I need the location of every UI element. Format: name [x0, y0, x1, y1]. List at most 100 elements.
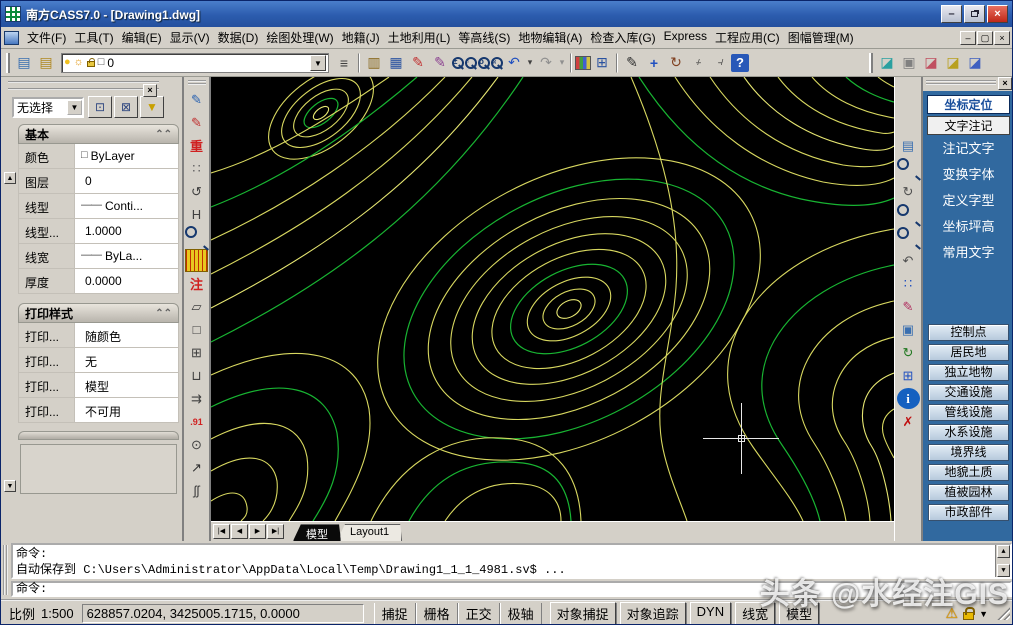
chevron-down-icon[interactable]: ▼ [979, 609, 988, 619]
feature-category-button[interactable]: 水系设施 [928, 424, 1009, 441]
section-header-basic[interactable]: 基本 ⌃⌃ [18, 124, 179, 144]
map-tool-icon[interactable]: ▤ [897, 135, 920, 156]
close-icon[interactable]: × [998, 77, 1012, 90]
toolbar-icon[interactable]: ✎ [407, 52, 429, 74]
layer-state-icon[interactable]: □ [98, 57, 105, 68]
toolbar-icon[interactable]: ▾ [557, 52, 567, 74]
status-toggle[interactable]: 线宽 [735, 602, 775, 625]
toolbar-icon[interactable]: + [643, 52, 665, 74]
map-tool-icon[interactable]: ↻ [897, 181, 920, 202]
section-header-plotstyle[interactable]: 打印样式 ⌃⌃ [18, 303, 179, 323]
menu-item[interactable]: 编辑(E) [118, 27, 166, 48]
property-value[interactable]: ——ByLa... [75, 244, 178, 268]
command-input[interactable]: 命令: [11, 581, 1012, 597]
map-tool-icon[interactable]: ✎ [897, 296, 920, 317]
panel-grip[interactable]: × [923, 77, 1013, 91]
toolbar-icon[interactable]: ◪ [942, 52, 964, 74]
feature-category-button[interactable]: 控制点 [928, 324, 1009, 341]
map-tool-icon[interactable]: ∷ [897, 273, 920, 294]
drawing-viewport[interactable] [211, 77, 894, 521]
collapse-icon[interactable]: ⌃⌃ [155, 129, 172, 140]
menu-item[interactable]: 显示(V) [166, 27, 214, 48]
property-value[interactable]: 1.0000 [75, 219, 178, 243]
warning-icon[interactable]: ⚠ [946, 605, 959, 622]
toolbar-icon[interactable] [358, 53, 360, 73]
feature-category-button[interactable]: 居民地 [928, 344, 1009, 361]
toolbar-icon[interactable]: ▤ [35, 52, 57, 74]
drawing-tool-icon[interactable]: ✎ [185, 111, 208, 134]
toolbar-icon[interactable]: ◪ [876, 52, 898, 74]
toolbar-icon[interactable] [570, 53, 572, 73]
drawing-tool-icon[interactable]: ∷ [185, 157, 208, 180]
feature-category-button[interactable]: 地貌土质 [928, 464, 1009, 481]
drawing-tool-icon[interactable]: ✎ [185, 88, 208, 111]
layer-state-icon[interactable]: ● [64, 57, 71, 68]
scroll-up-icon[interactable]: ▲ [4, 172, 16, 184]
map-tool-icon[interactable]: i [897, 388, 920, 409]
map-tool-icon[interactable]: ↻ [897, 342, 920, 363]
toolbar-icon[interactable]: ✎ [621, 52, 643, 74]
resize-grip[interactable] [997, 607, 1010, 620]
drawing-tool-icon[interactable] [185, 226, 208, 249]
feature-category-button[interactable]: 管线设施 [928, 404, 1009, 421]
drawing-tool-icon[interactable]: ⇉ [185, 387, 208, 410]
drawing-tool-icon[interactable]: □ [185, 318, 208, 341]
toolbar-icon[interactable]: ▥ [363, 52, 385, 74]
menu-item[interactable]: 等高线(S) [454, 27, 514, 48]
toolbar-icon[interactable]: ▦ [385, 52, 407, 74]
collapse-icon[interactable]: ⌃⌃ [155, 308, 172, 319]
map-tool-icon[interactable] [897, 204, 920, 225]
feature-category-button[interactable]: 交通设施 [928, 384, 1009, 401]
chevron-down-icon[interactable]: ▼ [67, 100, 82, 115]
tab-nav-button[interactable]: |◀ [213, 524, 230, 539]
layer-select-combo[interactable]: ●☼□ 0 ▼ [61, 53, 329, 73]
panel-link[interactable]: 变换字体 [925, 162, 1012, 188]
palette-grip[interactable]: × [8, 81, 159, 90]
drawing-tool-icon[interactable]: ⊙ [185, 433, 208, 456]
toolbar-icon[interactable]: ↶ [503, 52, 525, 74]
properties-tool-button[interactable]: ▼ [140, 96, 164, 118]
menu-item[interactable]: 检查入库(G) [586, 27, 659, 48]
drawing-tool-icon[interactable]: .91 [185, 410, 208, 433]
feature-category-button[interactable]: 市政部件 [928, 504, 1009, 521]
menu-item[interactable]: 数据(D) [214, 27, 263, 48]
command-grip[interactable] [3, 545, 8, 595]
toolbar-icon[interactable]: ? [731, 54, 749, 72]
drawing-tool-icon[interactable]: 注 [185, 272, 208, 295]
status-toggle[interactable]: 捕捉 [374, 603, 416, 624]
selection-filter-combo[interactable]: 无选择 ▼ [12, 97, 84, 118]
panel-mode-button[interactable]: 坐标定位 [927, 95, 1010, 114]
menu-item[interactable]: 文件(F) [23, 27, 70, 48]
combo-dropdown-icon[interactable]: ▼ [310, 55, 326, 71]
property-value[interactable]: ——Conti... [75, 194, 178, 218]
window-control-button[interactable]: × [987, 5, 1008, 23]
toolbar-icon[interactable]: ▫ [464, 56, 477, 69]
toolbar-icon[interactable]: ✎ [429, 52, 451, 74]
toolbar-icon[interactable]: --/ [709, 52, 731, 74]
status-toggle[interactable]: 栅格 [416, 603, 458, 624]
tab-nav-button[interactable]: ▶ [249, 524, 266, 539]
command-scrollbar[interactable]: ▲▼ [995, 545, 1010, 577]
feature-category-button[interactable]: 独立地物 [928, 364, 1009, 381]
mdi-window-button[interactable]: – [960, 31, 976, 45]
property-value[interactable]: 不可用 [75, 398, 178, 422]
toolbar-icon[interactable]: ◪ [920, 52, 942, 74]
property-value[interactable]: 0 [75, 169, 178, 193]
properties-tool-button[interactable]: ⊠ [114, 96, 138, 118]
scroll-up-icon[interactable]: ▲ [997, 545, 1010, 558]
scale-value[interactable]: 1:500 [41, 606, 74, 621]
panel-link[interactable]: 常用文字 [925, 240, 1012, 266]
status-toggle[interactable]: DYN [690, 602, 731, 625]
feature-category-button[interactable]: 境界线 [928, 444, 1009, 461]
toolbar-grip[interactable] [188, 80, 206, 85]
panel-mode-button[interactable]: 文字注记 [927, 116, 1010, 135]
property-value[interactable]: 0.0000 [75, 269, 178, 293]
toolbar-icon[interactable]: o [477, 56, 490, 69]
tab-nav-button[interactable]: ◀ [231, 524, 248, 539]
scroll-down-icon[interactable]: ▼ [997, 564, 1010, 577]
command-history[interactable]: 命令: 自动保存到 C:\Users\Administrator\AppData… [11, 543, 1012, 579]
status-toggle[interactable]: 模型 [779, 602, 819, 625]
menu-item[interactable]: 绘图处理(W) [262, 27, 337, 48]
layer-state-icon[interactable]: ☼ [74, 57, 84, 68]
window-control-button[interactable]: – [941, 5, 962, 23]
